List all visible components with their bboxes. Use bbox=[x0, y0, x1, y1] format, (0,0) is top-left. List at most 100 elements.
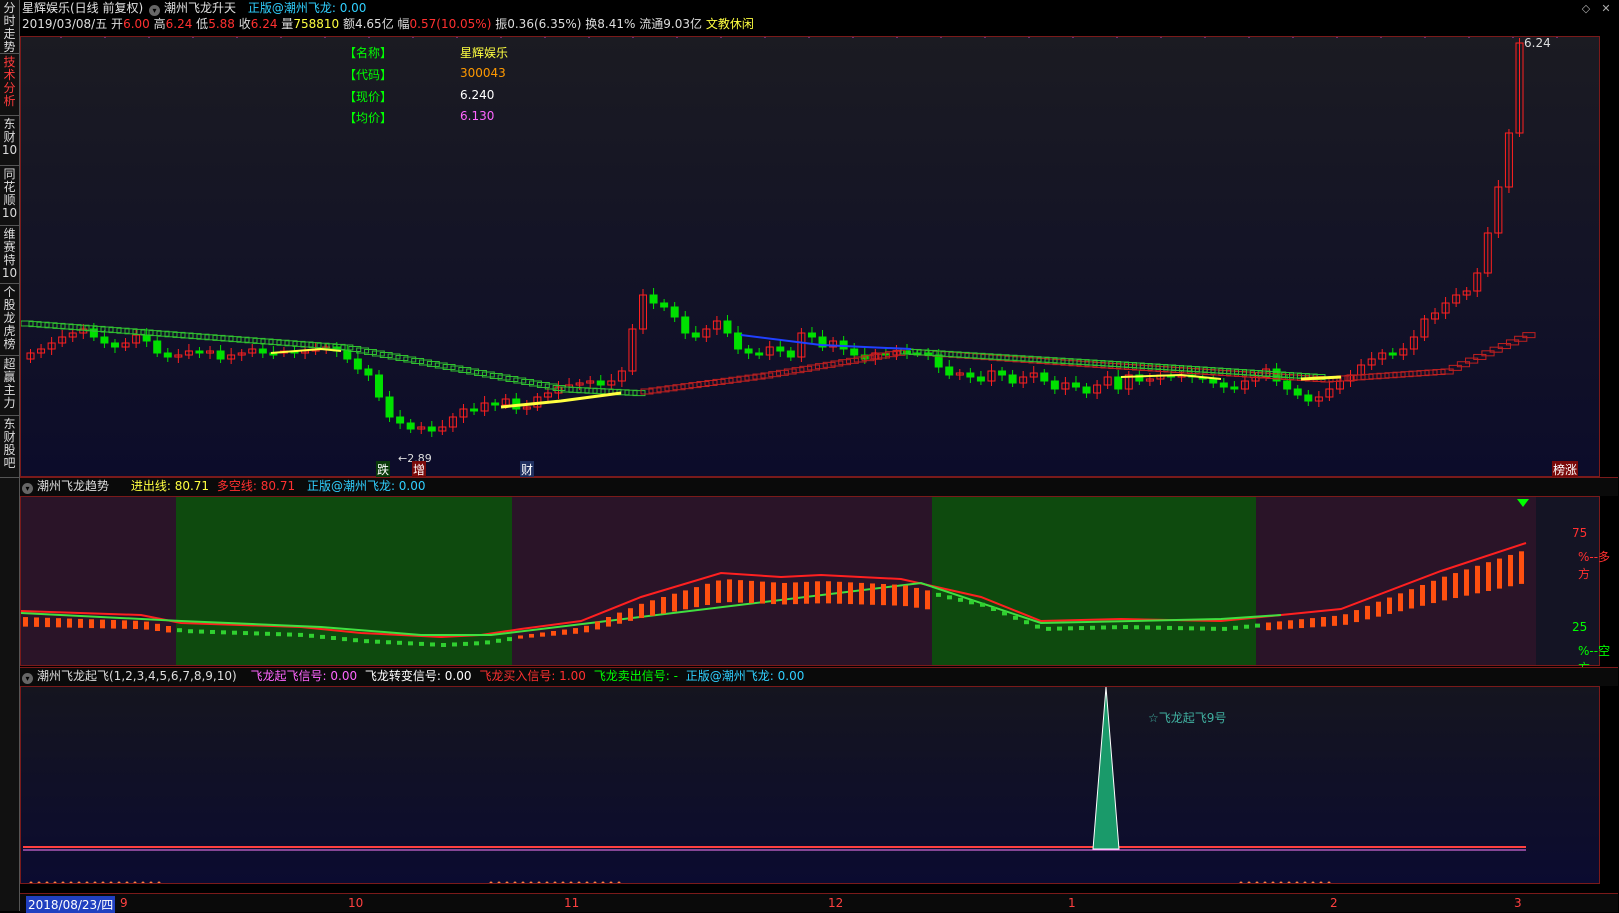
trend-bar bbox=[892, 584, 897, 606]
trend-bar bbox=[144, 621, 149, 630]
month-tick: 2 bbox=[1330, 896, 1338, 910]
close-icon[interactable]: ✕ bbox=[1600, 3, 1612, 15]
trend-title[interactable]: 潮州飞龙趋势 bbox=[37, 479, 109, 493]
trend-bar bbox=[903, 585, 908, 607]
ma-ladder-green bbox=[356, 347, 370, 354]
indicator-name[interactable]: 潮州飞龙升天 bbox=[164, 1, 236, 15]
trend-bar bbox=[1420, 584, 1425, 606]
chart-title: 星辉娱乐(日线 前复权) bbox=[22, 1, 144, 15]
tick-dot bbox=[1247, 881, 1251, 883]
trend-bar bbox=[34, 617, 39, 627]
trend-bar bbox=[782, 582, 787, 605]
tick-dot bbox=[93, 881, 97, 883]
trend-bar bbox=[540, 632, 545, 637]
marker-bang-zhang[interactable]: 榜涨 bbox=[1552, 461, 1579, 478]
info-name-label: 【名称】 bbox=[344, 46, 393, 60]
trend-bg-bear bbox=[21, 497, 176, 665]
tick-dot bbox=[521, 881, 525, 883]
tick-dot bbox=[553, 881, 557, 883]
takeoff-title[interactable]: 潮州飞龙起飞(1,2,3,4,5,6,7,8,9,10) bbox=[37, 669, 237, 683]
ma-ladder-red bbox=[846, 357, 859, 364]
trend-pane[interactable] bbox=[20, 496, 1600, 666]
ma-ladder-red bbox=[1456, 361, 1471, 368]
restore-icon[interactable]: ◇ bbox=[1580, 3, 1592, 15]
marker-die[interactable]: 跌 bbox=[376, 461, 391, 478]
trend-bar bbox=[287, 632, 292, 637]
trend-bar bbox=[815, 581, 820, 604]
candle-body bbox=[850, 348, 859, 356]
trend-bar bbox=[936, 592, 941, 597]
trend-bar bbox=[1024, 620, 1029, 625]
trend-bar bbox=[826, 581, 831, 604]
trend-bar bbox=[595, 621, 600, 630]
trend-bar bbox=[78, 618, 83, 628]
trend-bar bbox=[485, 640, 490, 645]
trend-bar bbox=[1486, 562, 1491, 591]
month-tick: 10 bbox=[348, 896, 364, 910]
tick-dot bbox=[141, 881, 145, 883]
trend-bar bbox=[1321, 617, 1326, 627]
trend-bar bbox=[969, 600, 974, 605]
tick-dot bbox=[609, 881, 613, 883]
candle-body bbox=[660, 302, 669, 308]
trend-bar bbox=[1200, 626, 1205, 631]
candle-body bbox=[364, 368, 373, 376]
trend-bar bbox=[1035, 624, 1040, 629]
trend-bar bbox=[1343, 614, 1348, 625]
kline-pane[interactable] bbox=[20, 36, 1600, 477]
marker-cai[interactable]: 财 bbox=[520, 461, 535, 478]
takeoff-pane[interactable] bbox=[20, 686, 1600, 884]
tab-super-main-force[interactable]: 超赢主力 bbox=[0, 356, 19, 416]
bull-label: %--多方 bbox=[1578, 550, 1611, 581]
candle-body bbox=[396, 416, 405, 424]
tick-dot bbox=[1303, 881, 1307, 883]
ma-ladder-green bbox=[458, 367, 472, 373]
candle-body bbox=[1114, 376, 1123, 390]
collapse-icon[interactable]: ▾ bbox=[22, 483, 33, 494]
trend-bar bbox=[837, 581, 842, 604]
tick-dot bbox=[101, 881, 105, 883]
tab-tonghuashun-f10[interactable]: 同花顺10 bbox=[0, 166, 19, 226]
trend-bar bbox=[639, 603, 644, 619]
tick-dot bbox=[497, 881, 501, 883]
candle-body bbox=[1388, 352, 1397, 356]
tab-dragon-tiger-list[interactable]: 个股龙虎榜 bbox=[0, 284, 19, 356]
ma-ladder-red bbox=[822, 361, 836, 368]
quote-sector[interactable]: 文教休闲 bbox=[706, 17, 754, 31]
candle-body bbox=[786, 350, 795, 358]
info-price: 6.240 bbox=[460, 88, 495, 102]
cursor-date: 2018/08/23/四 bbox=[26, 896, 116, 913]
quote-turnover: 8.41% bbox=[597, 17, 636, 31]
tick-dot bbox=[1319, 881, 1323, 883]
month-tick: 3 bbox=[1514, 896, 1522, 910]
ma-ladder-green bbox=[387, 353, 401, 360]
trend-bar bbox=[1519, 551, 1524, 584]
collapse-icon[interactable]: ▾ bbox=[149, 5, 161, 16]
tick-dot bbox=[53, 881, 57, 883]
peak-label: ☆飞龙起飞9号 bbox=[1148, 711, 1227, 725]
tab-weisaite-f10[interactable]: 维赛特10 bbox=[0, 226, 19, 284]
trend-bar bbox=[1189, 626, 1194, 631]
takeoff-chart bbox=[23, 687, 1526, 883]
collapse-icon[interactable]: ▾ bbox=[22, 673, 33, 684]
tick-dot bbox=[505, 881, 509, 883]
trend-bar bbox=[804, 581, 809, 604]
candle-body bbox=[966, 372, 975, 378]
candle-body bbox=[807, 332, 816, 338]
tab-intraday[interactable]: 分时走势 bbox=[0, 0, 19, 54]
trend-bg-bear bbox=[1256, 497, 1536, 665]
ma-ladder-green bbox=[411, 358, 425, 364]
candle-body bbox=[945, 366, 954, 376]
trend-bar bbox=[1112, 625, 1117, 630]
trend-bar bbox=[1277, 621, 1282, 630]
ma-ladder-red bbox=[830, 360, 844, 367]
trend-bar bbox=[1013, 615, 1018, 620]
tab-eastmoney-forum[interactable]: 东财股吧 bbox=[0, 416, 19, 478]
ma-ladder-green bbox=[395, 355, 409, 361]
sell-signal: 飞龙卖出信号: - bbox=[593, 669, 678, 683]
quote-change: 0.57(10.05%) bbox=[409, 17, 492, 31]
tab-eastmoney-f10[interactable]: 东财10 bbox=[0, 116, 19, 166]
quote-row: 2019/03/08/五 开6.00 高6.24 低5.88 收6.24 量75… bbox=[22, 17, 754, 31]
marker-zeng[interactable]: 增 bbox=[412, 461, 427, 478]
tab-technical-analysis[interactable]: 技术分析 bbox=[0, 54, 19, 116]
